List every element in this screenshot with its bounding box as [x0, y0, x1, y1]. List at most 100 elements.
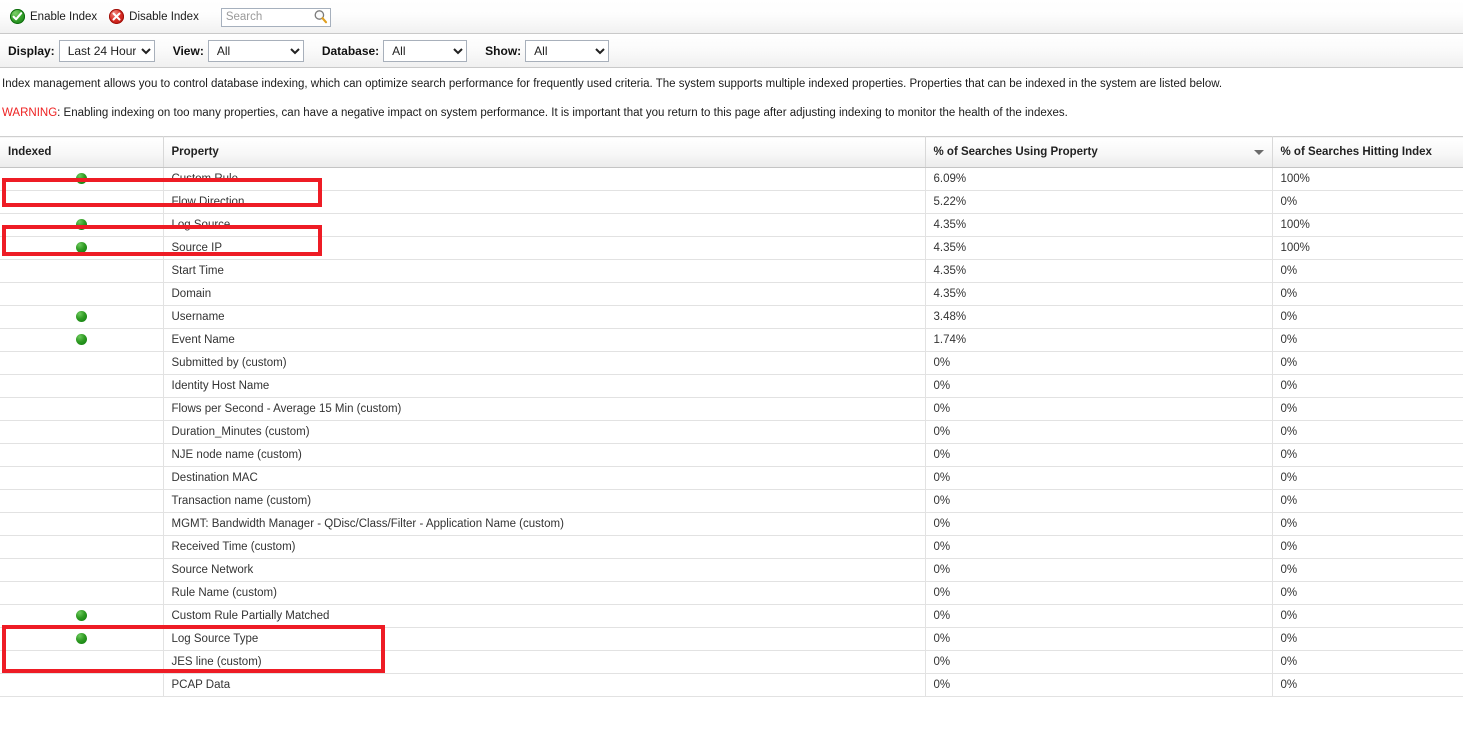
- table-row[interactable]: PCAP Data0%0%: [0, 674, 1463, 697]
- enable-index-label: Enable Index: [30, 11, 97, 23]
- cell-property: Duration_Minutes (custom): [163, 421, 925, 444]
- cell-property: MGMT: Bandwidth Manager - QDisc/Class/Fi…: [163, 513, 925, 536]
- table-header-row: Indexed Property % of Searches Using Pro…: [0, 137, 1463, 168]
- show-filter-select[interactable]: All: [525, 40, 609, 62]
- cell-searches-using-property: 0%: [925, 674, 1272, 697]
- column-header-searches-using-property[interactable]: % of Searches Using Property: [925, 137, 1272, 168]
- cell-indexed[interactable]: [0, 329, 163, 352]
- cell-searches-hitting-index: 0%: [1272, 375, 1463, 398]
- cell-indexed[interactable]: [0, 191, 163, 214]
- cell-searches-hitting-index: 0%: [1272, 444, 1463, 467]
- column-header-searches-hitting-index[interactable]: % of Searches Hitting Index: [1272, 137, 1463, 168]
- table-row[interactable]: MGMT: Bandwidth Manager - QDisc/Class/Fi…: [0, 513, 1463, 536]
- table-row[interactable]: Source IP4.35%100%: [0, 237, 1463, 260]
- cell-property: Source IP: [163, 237, 925, 260]
- cell-indexed[interactable]: [0, 375, 163, 398]
- cell-indexed[interactable]: [0, 559, 163, 582]
- cell-indexed[interactable]: [0, 582, 163, 605]
- cell-indexed[interactable]: [0, 398, 163, 421]
- table-row[interactable]: Source Network0%0%: [0, 559, 1463, 582]
- table-row[interactable]: Username3.48%0%: [0, 306, 1463, 329]
- cell-indexed[interactable]: [0, 237, 163, 260]
- cell-searches-using-property: 0%: [925, 559, 1272, 582]
- cell-indexed[interactable]: [0, 260, 163, 283]
- cell-indexed[interactable]: [0, 490, 163, 513]
- indexed-green-dot-icon: [76, 610, 87, 621]
- cell-property: Log Source Type: [163, 628, 925, 651]
- cell-searches-hitting-index: 0%: [1272, 536, 1463, 559]
- cell-indexed[interactable]: [0, 421, 163, 444]
- enable-index-button[interactable]: Enable Index: [8, 7, 107, 26]
- table-header: Indexed Property % of Searches Using Pro…: [0, 137, 1463, 168]
- cell-property: Submitted by (custom): [163, 352, 925, 375]
- magnifier-icon[interactable]: [313, 9, 328, 24]
- cell-searches-using-property: 0%: [925, 375, 1272, 398]
- table-row[interactable]: Destination MAC0%0%: [0, 467, 1463, 490]
- cell-property: Source Network: [163, 559, 925, 582]
- cell-searches-hitting-index: 0%: [1272, 490, 1463, 513]
- table-row[interactable]: Custom Rule6.09%100%: [0, 168, 1463, 191]
- cell-searches-hitting-index: 100%: [1272, 237, 1463, 260]
- cell-searches-hitting-index: 0%: [1272, 559, 1463, 582]
- cell-indexed[interactable]: [0, 605, 163, 628]
- table-row[interactable]: Log Source4.35%100%: [0, 214, 1463, 237]
- cell-property: PCAP Data: [163, 674, 925, 697]
- table-row[interactable]: NJE node name (custom)0%0%: [0, 444, 1463, 467]
- search-box[interactable]: [221, 7, 331, 26]
- cell-indexed[interactable]: [0, 444, 163, 467]
- show-filter-label: Show:: [485, 44, 521, 58]
- table-row[interactable]: Event Name1.74%0%: [0, 329, 1463, 352]
- disable-index-button[interactable]: Disable Index: [107, 7, 209, 26]
- column-header-indexed[interactable]: Indexed: [0, 137, 163, 168]
- cell-indexed[interactable]: [0, 214, 163, 237]
- cell-property: Rule Name (custom): [163, 582, 925, 605]
- cell-property: Custom Rule: [163, 168, 925, 191]
- cell-indexed[interactable]: [0, 283, 163, 306]
- table-row[interactable]: Custom Rule Partially Matched0%0%: [0, 605, 1463, 628]
- cell-property: Domain: [163, 283, 925, 306]
- table-row[interactable]: Flow Direction5.22%0%: [0, 191, 1463, 214]
- cell-indexed[interactable]: [0, 628, 163, 651]
- display-filter-select[interactable]: Last 24 Hours: [59, 40, 155, 62]
- table-row[interactable]: Transaction name (custom)0%0%: [0, 490, 1463, 513]
- column-header-property[interactable]: Property: [163, 137, 925, 168]
- cell-searches-hitting-index: 100%: [1272, 168, 1463, 191]
- cell-searches-hitting-index: 0%: [1272, 283, 1463, 306]
- cell-searches-using-property: 6.09%: [925, 168, 1272, 191]
- cell-searches-using-property: 0%: [925, 444, 1272, 467]
- table-row[interactable]: Domain4.35%0%: [0, 283, 1463, 306]
- view-filter-select[interactable]: All: [208, 40, 304, 62]
- table-row[interactable]: Log Source Type0%0%: [0, 628, 1463, 651]
- indexed-green-dot-icon: [76, 242, 87, 253]
- cell-searches-using-property: 0%: [925, 628, 1272, 651]
- cell-indexed[interactable]: [0, 674, 163, 697]
- cell-property: Start Time: [163, 260, 925, 283]
- page-description: Index management allows you to control d…: [0, 68, 1463, 91]
- cell-searches-hitting-index: 0%: [1272, 352, 1463, 375]
- cell-indexed[interactable]: [0, 513, 163, 536]
- table-row[interactable]: Duration_Minutes (custom)0%0%: [0, 421, 1463, 444]
- cell-indexed[interactable]: [0, 352, 163, 375]
- index-table: Indexed Property % of Searches Using Pro…: [0, 136, 1463, 697]
- table-row[interactable]: Flows per Second - Average 15 Min (custo…: [0, 398, 1463, 421]
- cell-indexed[interactable]: [0, 651, 163, 674]
- database-filter-select[interactable]: All: [383, 40, 467, 62]
- cell-property: Identity Host Name: [163, 375, 925, 398]
- cell-indexed[interactable]: [0, 168, 163, 191]
- table-row[interactable]: Received Time (custom)0%0%: [0, 536, 1463, 559]
- table-row[interactable]: Rule Name (custom)0%0%: [0, 582, 1463, 605]
- table-row[interactable]: JES line (custom)0%0%: [0, 651, 1463, 674]
- column-header-searches-using-property-label: % of Searches Using Property: [934, 146, 1098, 158]
- indexed-green-dot-icon: [76, 633, 87, 644]
- table-row[interactable]: Start Time4.35%0%: [0, 260, 1463, 283]
- cell-indexed[interactable]: [0, 536, 163, 559]
- cell-indexed[interactable]: [0, 306, 163, 329]
- cell-indexed[interactable]: [0, 467, 163, 490]
- cell-searches-using-property: 4.35%: [925, 237, 1272, 260]
- table-row[interactable]: Identity Host Name0%0%: [0, 375, 1463, 398]
- table-row[interactable]: Submitted by (custom)0%0%: [0, 352, 1463, 375]
- view-filter-label: View:: [173, 44, 204, 58]
- filter-toolbar: Display: Last 24 Hours View: All Databas…: [0, 34, 1463, 68]
- indexed-green-dot-icon: [76, 173, 87, 184]
- cell-searches-hitting-index: 0%: [1272, 513, 1463, 536]
